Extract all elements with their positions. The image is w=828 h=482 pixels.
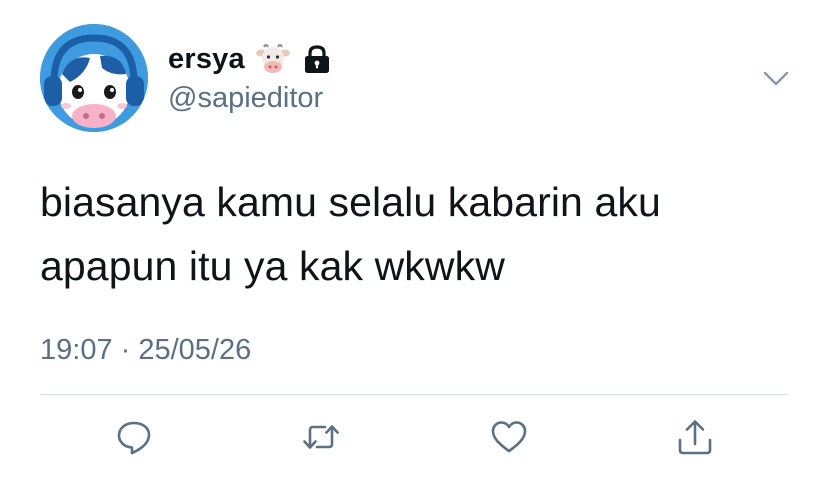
tweet-card: ersya @sapieditor biasanya kamu selalu k… <box>0 0 828 482</box>
retweet-button[interactable] <box>301 417 341 457</box>
avatar[interactable] <box>40 24 148 132</box>
display-name-row: ersya <box>168 40 331 78</box>
display-name[interactable]: ersya <box>168 43 245 76</box>
share-icon <box>678 420 712 455</box>
tweet-text: biasanya kamu selalu kabarin aku apapun … <box>40 179 661 289</box>
chevron-down-icon <box>763 71 789 86</box>
reply-icon <box>117 421 151 455</box>
divider <box>40 394 788 395</box>
reply-button[interactable] <box>114 417 154 457</box>
more-options-button[interactable] <box>758 64 794 94</box>
tweet-timestamp[interactable]: 19:07 · 25/05/26 <box>40 334 251 367</box>
share-button[interactable] <box>675 417 715 457</box>
retweet-icon <box>303 425 339 449</box>
like-button[interactable] <box>489 417 529 457</box>
cow-face-emoji-icon <box>255 44 290 73</box>
lock-icon <box>304 45 329 73</box>
heart-icon <box>491 421 527 453</box>
avatar-cow-illustration <box>40 24 148 132</box>
user-handle[interactable]: @sapieditor <box>168 82 323 115</box>
